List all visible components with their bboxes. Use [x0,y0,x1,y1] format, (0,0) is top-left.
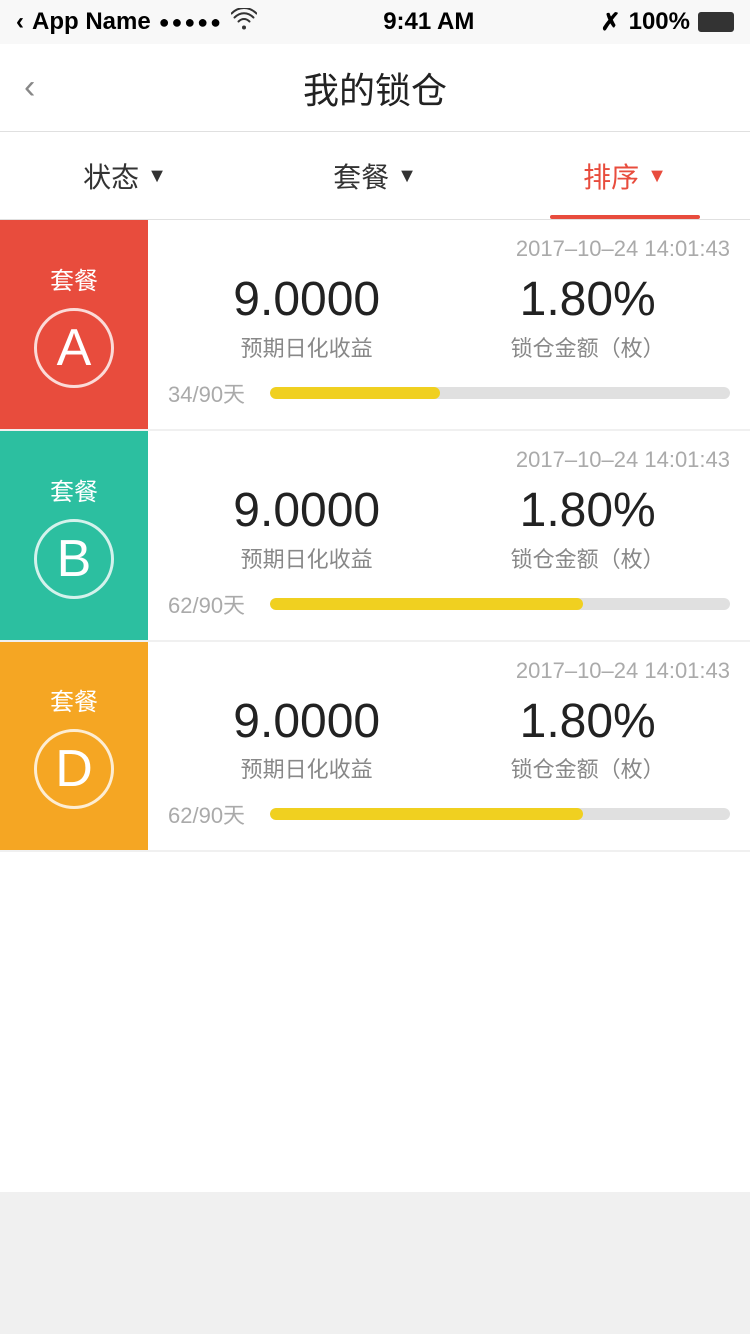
card-item-b[interactable]: 套餐 B 2017–10–24 14:01:43 9.0000 预期日化收益 1… [0,431,750,640]
card-value2-d: 1.80% [520,696,656,749]
card-value-block-2-b: 1.80% 锁仓金额（枚） [511,485,665,574]
card-progress-text-d: 62/90天 [168,798,258,830]
card-left-a: 套餐 A [0,220,148,429]
card-label2-a: 锁仓金额（枚） [511,331,665,363]
back-arrow-icon: ‹ [16,8,24,36]
progress-bar-fill-a [270,387,440,399]
wifi-icon [231,8,257,37]
card-value1-d: 9.0000 [233,696,380,749]
card-value-block-1-b: 9.0000 预期日化收益 [233,485,380,574]
page-title: 我的锁仓 [303,62,447,114]
battery-percent: 100% [629,8,690,36]
app-name: App Name [32,8,151,36]
card-letter-circle-b: B [34,519,114,599]
progress-bar-fill-d [270,808,583,820]
card-label1-d: 预期日化收益 [241,752,373,784]
card-value2-a: 1.80% [520,274,656,327]
progress-bar-bg-b [270,598,730,610]
status-bar: ‹ App Name ●●●●● 9:41 AM ✗ 100% [0,0,750,44]
card-values-d: 9.0000 预期日化收益 1.80% 锁仓金额（枚） [168,696,730,785]
card-progress-row-b: 62/90天 [168,588,730,620]
card-item-d[interactable]: 套餐 D 2017–10–24 14:01:43 9.0000 预期日化收益 1… [0,642,750,851]
card-value-block-2-a: 1.80% 锁仓金额（枚） [511,274,665,363]
card-right-d: 2017–10–24 14:01:43 9.0000 预期日化收益 1.80% … [148,642,750,851]
filter-sort-label: 排序 [583,156,639,196]
filter-status-label: 状态 [83,156,139,196]
signal-dots: ●●●●● [159,12,223,33]
status-time: 9:41 AM [383,8,474,36]
filter-sort[interactable]: 排序 ▼ [500,132,750,219]
filter-package-label: 套餐 [333,156,389,196]
card-label2-d: 锁仓金额（枚） [511,752,665,784]
card-item-a[interactable]: 套餐 A 2017–10–24 14:01:43 9.0000 预期日化收益 1… [0,220,750,429]
empty-space [0,852,750,1192]
card-right-b: 2017–10–24 14:01:43 9.0000 预期日化收益 1.80% … [148,431,750,640]
card-progress-row-d: 62/90天 [168,798,730,830]
card-label1-b: 预期日化收益 [241,542,373,574]
card-right-a: 2017–10–24 14:01:43 9.0000 预期日化收益 1.80% … [148,220,750,429]
card-package-label-d: 套餐 [50,682,98,717]
filter-sort-arrow: ▼ [647,165,667,188]
card-timestamp-b: 2017–10–24 14:01:43 [168,447,730,473]
filter-bar: 状态 ▼ 套餐 ▼ 排序 ▼ [0,132,750,220]
card-letter-circle-a: A [34,308,114,388]
card-letter-circle-d: D [34,729,114,809]
card-progress-text-b: 62/90天 [168,588,258,620]
card-label1-a: 预期日化收益 [241,331,373,363]
card-progress-row-a: 34/90天 [168,377,730,409]
progress-bar-bg-d [270,808,730,820]
back-button[interactable]: ‹ [24,68,35,107]
progress-bar-fill-b [270,598,583,610]
card-value-block-1-d: 9.0000 预期日化收益 [233,696,380,785]
card-value-block-2-d: 1.80% 锁仓金额（枚） [511,696,665,785]
status-left: ‹ App Name ●●●●● [16,8,257,37]
progress-bar-bg-a [270,387,730,399]
card-value1-b: 9.0000 [233,485,380,538]
filter-status-arrow: ▼ [147,165,167,188]
filter-package-arrow: ▼ [397,165,417,188]
card-progress-text-a: 34/90天 [168,377,258,409]
card-label2-b: 锁仓金额（枚） [511,542,665,574]
card-list: 套餐 A 2017–10–24 14:01:43 9.0000 预期日化收益 1… [0,220,750,850]
card-value2-b: 1.80% [520,485,656,538]
card-package-label-b: 套餐 [50,472,98,507]
battery-icon [698,12,734,32]
filter-package[interactable]: 套餐 ▼ [250,132,500,219]
card-timestamp-a: 2017–10–24 14:01:43 [168,236,730,262]
bluetooth-icon: ✗ [600,8,620,37]
card-package-label-a: 套餐 [50,261,98,296]
card-value1-a: 9.0000 [233,274,380,327]
card-left-b: 套餐 B [0,431,148,640]
status-right: ✗ 100% [600,8,734,37]
card-value-block-1-a: 9.0000 预期日化收益 [233,274,380,363]
card-timestamp-d: 2017–10–24 14:01:43 [168,658,730,684]
filter-status[interactable]: 状态 ▼ [0,132,250,219]
nav-bar: ‹ 我的锁仓 [0,44,750,132]
card-values-b: 9.0000 预期日化收益 1.80% 锁仓金额（枚） [168,485,730,574]
card-left-d: 套餐 D [0,642,148,851]
card-values-a: 9.0000 预期日化收益 1.80% 锁仓金额（枚） [168,274,730,363]
